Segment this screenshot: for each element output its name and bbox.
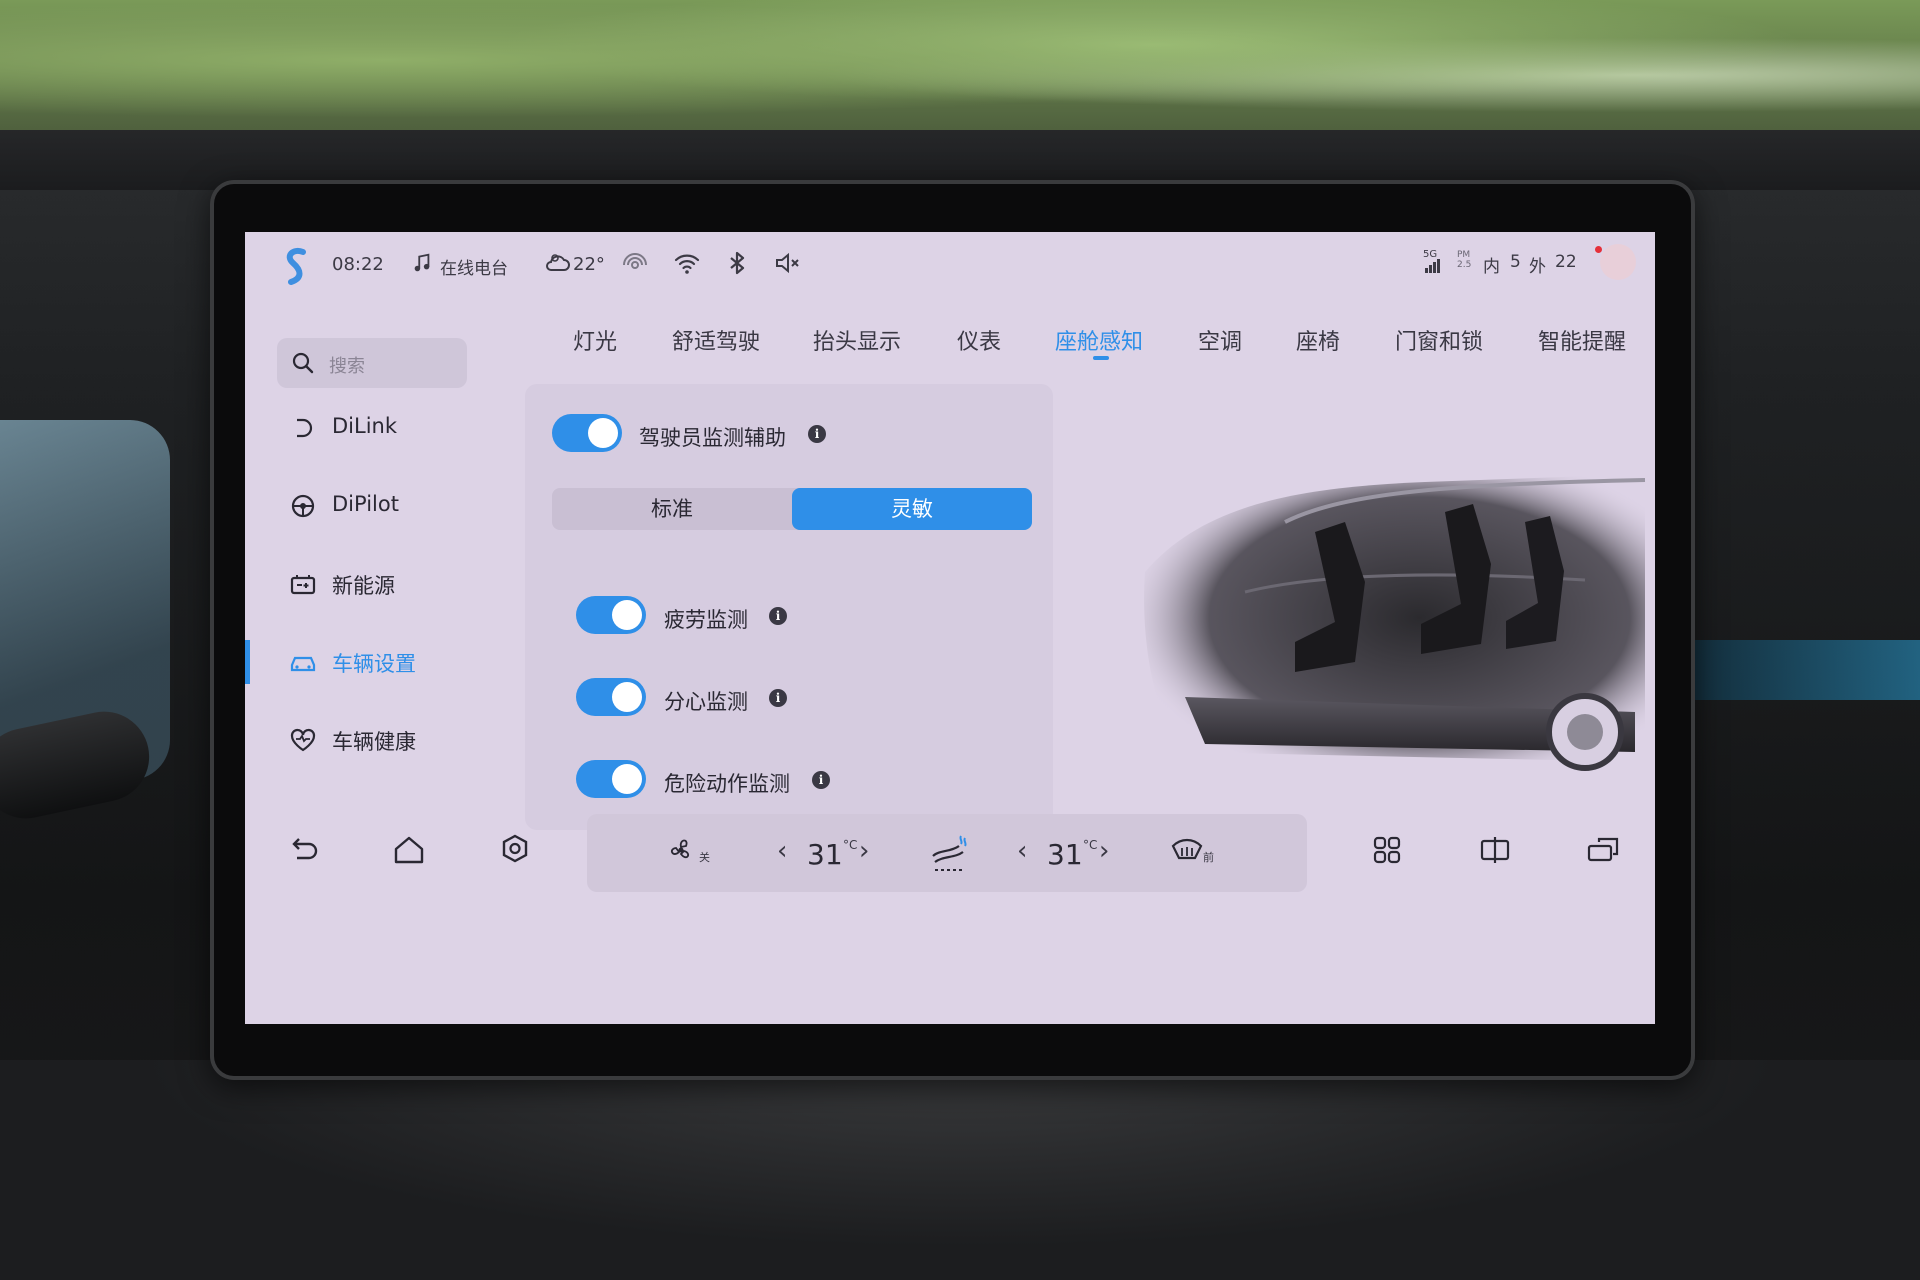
info-icon[interactable]: i xyxy=(769,607,787,625)
distraction-monitoring-label: 分心监测 xyxy=(664,690,748,714)
dilink-icon xyxy=(289,414,317,442)
sidebar-item-label: DiLink xyxy=(332,414,398,438)
back-icon[interactable] xyxy=(285,832,321,868)
left-temp-unit: °C xyxy=(843,838,858,852)
split-screen-icon[interactable] xyxy=(1477,832,1513,868)
distraction-monitoring-toggle[interactable] xyxy=(576,678,646,716)
sidebar-item-dilink[interactable]: DiLink xyxy=(245,400,475,456)
ambient-light-strip xyxy=(1690,640,1920,700)
sensitivity-segmented-control: 标准 灵敏 xyxy=(552,488,1032,530)
weather-temp: 22° xyxy=(573,254,605,275)
right-temp-down-button[interactable]: ‹ xyxy=(1017,836,1027,866)
toggle-knob xyxy=(612,682,642,712)
dashboard-lower xyxy=(0,1060,1920,1280)
fatigue-monitoring-label: 疲劳监测 xyxy=(664,608,748,632)
sidebar-item-new-energy[interactable]: 新能源 xyxy=(245,556,475,612)
signal-bars-icon xyxy=(1425,258,1441,273)
tab-lights[interactable]: 灯光 xyxy=(573,324,617,356)
screen-rotate-icon[interactable] xyxy=(1585,832,1621,868)
tab-doors-windows-locks[interactable]: 门窗和锁 xyxy=(1395,324,1483,356)
music-note-icon[interactable] xyxy=(411,249,433,277)
sidebar-item-label: 车辆设置 xyxy=(332,652,416,676)
search-placeholder: 搜索 xyxy=(329,356,365,377)
notification-dot xyxy=(1595,246,1602,253)
right-temp-value: 31 xyxy=(1047,838,1083,871)
sidebar-item-label: DiPilot xyxy=(332,492,399,516)
home-icon[interactable] xyxy=(391,832,427,868)
tab-hud[interactable]: 抬头显示 xyxy=(813,324,901,356)
right-temp-up-button[interactable]: › xyxy=(1099,836,1109,866)
sidebar-item-vehicle-health[interactable]: 车辆健康 xyxy=(245,712,475,768)
apps-grid-icon[interactable] xyxy=(1369,832,1405,868)
clock: 08:22 xyxy=(332,254,384,275)
outside-value: 22 xyxy=(1555,252,1577,272)
info-icon[interactable]: i xyxy=(812,771,830,789)
pm25-label: PM 2.5 xyxy=(1457,250,1472,270)
tab-instrument[interactable]: 仪表 xyxy=(957,324,1001,356)
info-icon[interactable]: i xyxy=(808,425,826,443)
settings-icon[interactable] xyxy=(497,832,533,868)
infotainment-screen: 08:22 在线电台 22° 5G PM 2.5 内 5 外 22 搜索 DiL… xyxy=(245,232,1655,1024)
avatar[interactable] xyxy=(1600,244,1636,280)
cabin-illustration xyxy=(1125,462,1655,822)
cloud-icon xyxy=(543,249,571,277)
active-indicator xyxy=(245,640,250,684)
climate-bar: 关 ‹ 31 °C › ‹ 31 °C › 前 xyxy=(587,814,1307,892)
sidebar-item-vehicle-settings[interactable]: 车辆设置 xyxy=(245,634,475,690)
fan-status: 关 xyxy=(699,851,710,864)
mode-sensitive-button[interactable]: 灵敏 xyxy=(792,488,1032,530)
sidebar-item-label: 车辆健康 xyxy=(332,730,416,754)
dangerous-action-monitoring-label: 危险动作监测 xyxy=(664,772,790,796)
sidebar-item-label: 新能源 xyxy=(332,574,395,598)
left-temp-up-button[interactable]: › xyxy=(859,836,869,866)
fatigue-monitoring-toggle[interactable] xyxy=(576,596,646,634)
tab-comfort-driving[interactable]: 舒适驾驶 xyxy=(672,324,760,356)
search-input[interactable]: 搜索 xyxy=(277,338,467,388)
wifi-icon[interactable] xyxy=(673,249,701,277)
mute-icon[interactable] xyxy=(773,249,801,277)
driver-monitoring-toggle[interactable] xyxy=(552,414,622,452)
toggle-knob xyxy=(612,764,642,794)
battery-icon xyxy=(289,570,317,598)
connectivity-icon[interactable] xyxy=(621,249,649,277)
toggle-knob xyxy=(612,600,642,630)
search-icon xyxy=(291,351,315,375)
right-temp-unit: °C xyxy=(1083,838,1098,852)
left-temp-down-button[interactable]: ‹ xyxy=(777,836,787,866)
system-logo-icon[interactable] xyxy=(281,246,311,286)
tab-seats[interactable]: 座椅 xyxy=(1296,324,1340,356)
dangerous-action-monitoring-toggle[interactable] xyxy=(576,760,646,798)
mode-standard-button[interactable]: 标准 xyxy=(552,488,792,530)
tab-air-conditioning[interactable]: 空调 xyxy=(1198,324,1242,356)
car-icon xyxy=(289,648,317,676)
toggle-knob xyxy=(588,418,618,448)
status-bar: 08:22 在线电台 22° 5G PM 2.5 内 5 外 22 xyxy=(245,232,1655,296)
front-defrost-icon[interactable] xyxy=(1169,832,1205,868)
tab-smart-reminders[interactable]: 智能提醒 xyxy=(1538,324,1626,356)
bluetooth-icon[interactable] xyxy=(723,249,751,277)
outside-label: 外 xyxy=(1529,257,1546,277)
heart-pulse-icon xyxy=(289,726,317,754)
tab-cabin-sensing[interactable]: 座舱感知 xyxy=(1055,324,1143,356)
info-icon[interactable]: i xyxy=(769,689,787,707)
tab-active-indicator xyxy=(1093,356,1109,360)
cabin-label: 内 xyxy=(1483,257,1500,277)
sidebar-item-dipilot[interactable]: DiPilot xyxy=(245,478,475,534)
music-source-label[interactable]: 在线电台 xyxy=(440,254,508,279)
front-defrost-label: 前 xyxy=(1203,851,1214,864)
cabin-value: 5 xyxy=(1510,252,1521,272)
left-temp-value: 31 xyxy=(807,838,843,871)
fan-icon[interactable] xyxy=(667,832,703,868)
driver-monitoring-label: 驾驶员监测辅助 xyxy=(639,426,786,450)
seat-heat-icon[interactable] xyxy=(927,830,971,874)
steering-wheel-icon xyxy=(289,492,317,520)
windshield-view xyxy=(0,0,1920,150)
